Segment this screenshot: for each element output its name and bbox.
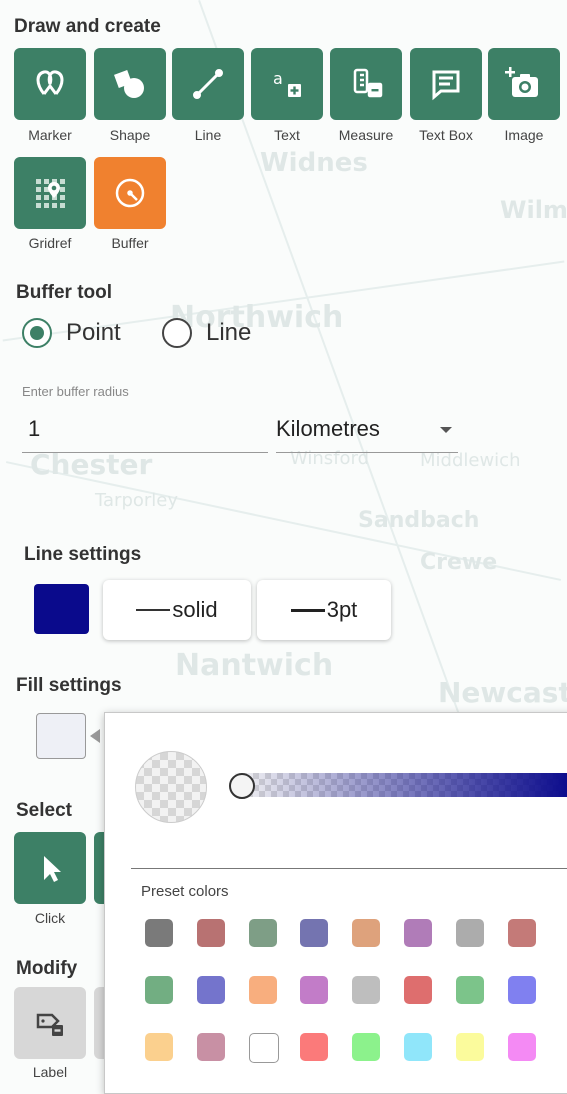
image-label: Image [504,127,544,143]
label-icon [36,1013,63,1036]
map-label: Newcastle [438,676,567,709]
alpha-slider[interactable] [229,773,567,799]
click-label: Click [34,910,66,926]
preset-color-swatch[interactable] [352,1033,381,1061]
buffer-tool-title: Buffer tool [16,282,113,303]
buffer-radius-input[interactable]: 1 [22,414,268,453]
map-label: Widnes [260,148,368,178]
color-preview [135,751,207,823]
line-icon [193,69,223,99]
line-width-button[interactable]: 3pt [257,580,391,640]
marker-label: Marker [28,127,72,143]
marker-button[interactable] [14,48,86,120]
thick-line-icon [290,608,325,612]
text-icon: a [273,69,301,97]
svg-text:a: a [273,69,283,88]
buffer-icon [115,178,145,208]
chevron-down-icon [440,427,452,433]
preset-colors-title: Preset colors [141,883,229,900]
marker-icon [36,70,64,95]
map-label: Nantwich [175,648,334,683]
point-radio[interactable]: Point [22,318,121,348]
preset-color-swatch[interactable] [145,1033,173,1061]
line-radio-indicator [162,318,192,348]
point-radio-label: Point [66,319,121,346]
select-title: Select [16,800,72,821]
preset-color-swatch[interactable] [300,919,329,947]
modify-title: Modify [16,958,78,979]
text-box-button[interactable] [410,48,482,120]
preset-color-swatch[interactable] [507,919,536,947]
preset-color-swatch[interactable] [507,976,536,1004]
preset-color-swatch[interactable] [196,919,225,947]
preset-color-swatch[interactable] [196,1033,225,1061]
shape-label: Shape [109,127,151,143]
preset-color-swatch[interactable] [352,976,381,1004]
line-label: Line [194,127,222,143]
label-button[interactable] [14,987,86,1059]
buffer-radius-label: Enter buffer radius [22,384,129,399]
line-settings-title: Line settings [24,544,142,565]
preset-color-swatch[interactable] [300,1033,329,1061]
text-box-icon [432,70,460,101]
draw-create-title: Draw and create [14,16,161,37]
preset-color-swatch[interactable] [248,1033,279,1063]
preset-color-swatch[interactable] [248,919,277,947]
preset-color-swatch[interactable] [404,919,432,947]
map-label: Tarporley [95,490,179,511]
preset-color-swatch[interactable] [507,1033,536,1061]
alpha-slider-handle[interactable] [229,773,255,799]
buffer-radius-value: 1 [28,416,41,441]
cursor-icon [44,856,61,882]
color-picker-popup: Preset colors [104,712,567,1094]
preset-color-swatch[interactable] [455,919,484,947]
solid-line-icon [136,609,171,611]
preset-color-swatch[interactable] [404,1033,432,1061]
gridref-icon [36,179,65,208]
preset-color-swatch[interactable] [248,976,277,1004]
preset-color-swatch[interactable] [455,1033,484,1061]
map-label: Crewe [420,550,498,575]
unit-select[interactable]: Kilometres [276,414,458,453]
buffer-button[interactable] [94,157,166,229]
measure-button[interactable] [330,48,402,120]
shape-icon [114,70,144,98]
buffer-label: Buffer [111,235,149,251]
preset-color-swatch[interactable] [196,976,225,1004]
line-style-button[interactable]: solid [103,580,251,640]
line-width-value: 3pt [326,597,358,622]
fill-color-swatch[interactable] [36,713,86,759]
line-style-value: solid [172,597,218,622]
popup-arrow [90,729,100,743]
image-button[interactable] [488,48,560,120]
unit-select-value: Kilometres [276,416,380,441]
measure-label: Measure [338,127,394,143]
line-button[interactable] [172,48,244,120]
preset-color-swatch[interactable] [352,919,381,947]
text-box-label: Text Box [419,127,473,143]
line-radio[interactable]: Line [162,318,251,348]
preset-color-swatch[interactable] [300,976,329,1004]
map-label: Sandbach [358,508,480,533]
map-label: Wilmslow [500,196,567,224]
preset-color-swatch[interactable] [455,976,484,1004]
image-icon [505,67,538,97]
popup-divider [131,868,567,869]
measure-icon [353,68,383,98]
click-select-button[interactable] [14,832,86,904]
label-tool-label: Label [32,1064,68,1080]
preset-color-swatch[interactable] [404,976,432,1004]
fill-settings-title: Fill settings [16,675,122,696]
text-button[interactable]: a [251,48,323,120]
shape-button[interactable] [94,48,166,120]
point-radio-indicator [22,318,52,348]
map-label: Middlewich [420,450,521,471]
preset-color-swatch[interactable] [145,919,173,947]
text-label: Text [274,127,300,143]
line-radio-label: Line [206,319,252,346]
line-color-swatch[interactable] [34,584,89,634]
preset-color-swatch[interactable] [145,976,173,1004]
gridref-button[interactable] [14,157,86,229]
gridref-label: Gridref [28,235,72,251]
